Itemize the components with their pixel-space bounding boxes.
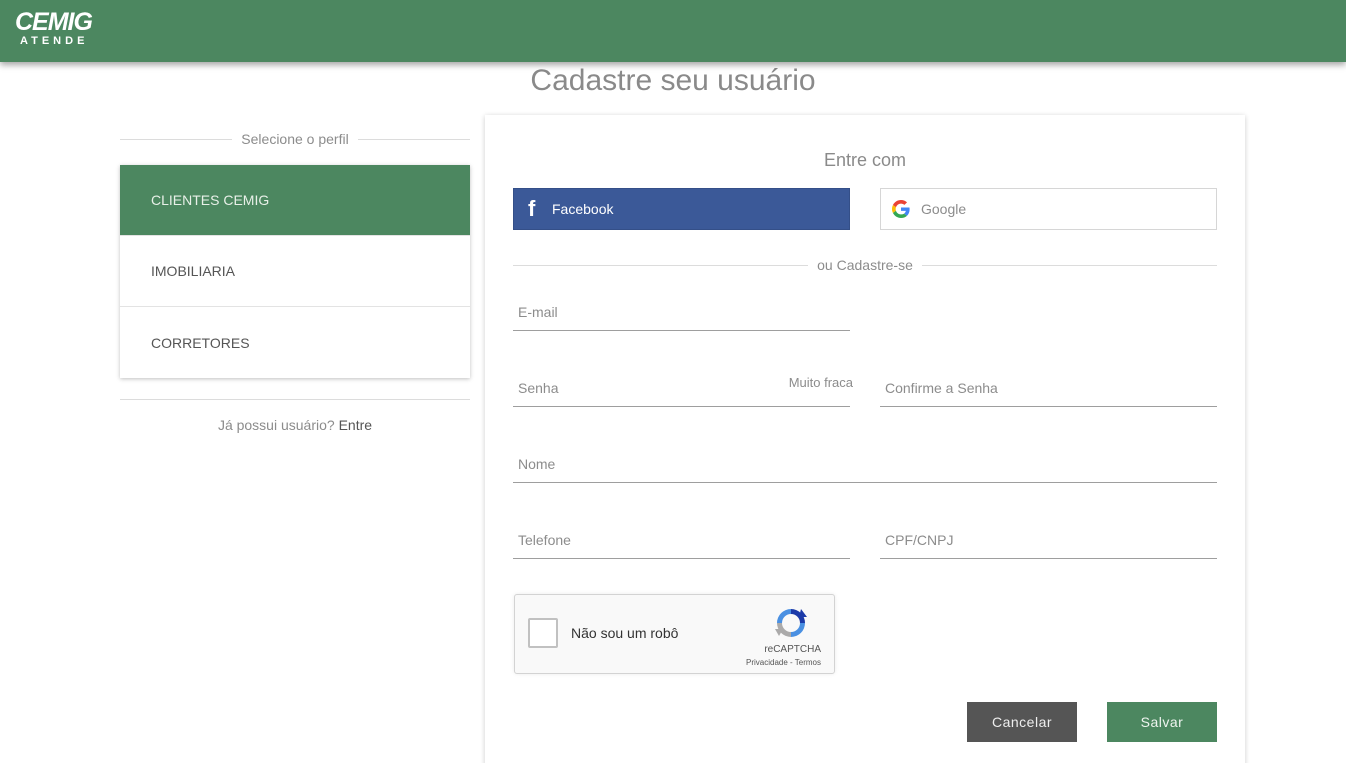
profile-section-divider: Selecione o perfil — [120, 131, 470, 147]
cpf-cnpj-field — [880, 519, 1217, 559]
google-login-button[interactable]: Google — [880, 188, 1217, 230]
name-input[interactable] — [513, 446, 1217, 482]
cancel-button[interactable]: Cancelar — [967, 702, 1077, 742]
profile-item-clientes-cemig[interactable]: CLIENTES CEMIG — [120, 165, 470, 236]
facebook-f-icon: f — [528, 196, 536, 221]
login-hint: Já possui usuário? Entre — [120, 417, 470, 433]
divider-line-right — [357, 138, 470, 140]
recaptcha-checkbox[interactable] — [528, 618, 558, 648]
left-divider — [120, 399, 470, 400]
facebook-login-button[interactable]: f Facebook — [513, 188, 850, 230]
recaptcha-widget: Não sou um robô reCAPTCHA Privacidade - … — [514, 594, 835, 674]
register-divider-label: ou Cadastre-se — [817, 257, 913, 273]
password-strength-indicator: Muito fraca — [788, 375, 853, 390]
recaptcha-label: Não sou um robô — [571, 625, 679, 641]
recaptcha-links: Privacidade - Termos — [746, 658, 821, 667]
login-prompt-text: Já possui usuário? — [217, 417, 335, 433]
profile-item-corretores[interactable]: CORRETORES — [120, 307, 470, 378]
social-login-title: Entre com — [823, 150, 907, 170]
confirm-password-input[interactable] — [880, 370, 1217, 406]
cpf-cnpj-input[interactable] — [880, 522, 1217, 558]
divider-line-left — [120, 138, 233, 140]
profile-item-label: CORRETORES — [151, 334, 250, 351]
recaptcha-links-separator: - — [787, 658, 795, 667]
divider-line-right — [921, 264, 1217, 266]
top-header-bar: CEMIG ATENDE — [0, 0, 1346, 62]
save-button[interactable]: Salvar — [1107, 702, 1217, 742]
recaptcha-privacy-link[interactable]: Privacidade — [746, 658, 788, 667]
recaptcha-terms-link[interactable]: Termos — [795, 658, 821, 667]
confirm-password-field — [880, 367, 1217, 407]
password-field: Muito fraca — [513, 367, 853, 407]
phone-input[interactable] — [513, 522, 850, 558]
profile-item-label: CLIENTES CEMIG — [151, 192, 270, 208]
profile-item-label: IMOBILIARIA — [151, 263, 236, 279]
facebook-button-label: Facebook — [552, 201, 614, 217]
phone-field — [513, 519, 850, 559]
profile-list: CLIENTES CEMIG IMOBILIARIA CORRETORES — [120, 165, 470, 378]
email-input[interactable] — [513, 294, 850, 330]
registration-card: Entre com f Facebook Google ou Cadastre-… — [485, 115, 1245, 763]
logo-sub-text: ATENDE — [20, 35, 89, 47]
google-button-label: Google — [921, 201, 967, 217]
divider-line-left — [513, 264, 809, 266]
logo-main-text: CEMIG — [15, 8, 93, 36]
email-field — [513, 291, 850, 331]
recaptcha-brand: reCAPTCHA — [764, 644, 821, 655]
google-g-icon — [892, 200, 910, 218]
recaptcha-logo-icon — [775, 609, 807, 637]
register-divider: ou Cadastre-se — [513, 257, 1217, 273]
name-field — [513, 443, 1217, 483]
cemig-atende-logo[interactable]: CEMIG ATENDE — [15, 9, 105, 49]
profile-section-label: Selecione o perfil — [241, 131, 349, 147]
page-title: Cadastre seu usuário — [530, 64, 816, 97]
login-link[interactable]: Entre — [339, 417, 372, 433]
profile-item-imobiliaria[interactable]: IMOBILIARIA — [120, 236, 470, 307]
